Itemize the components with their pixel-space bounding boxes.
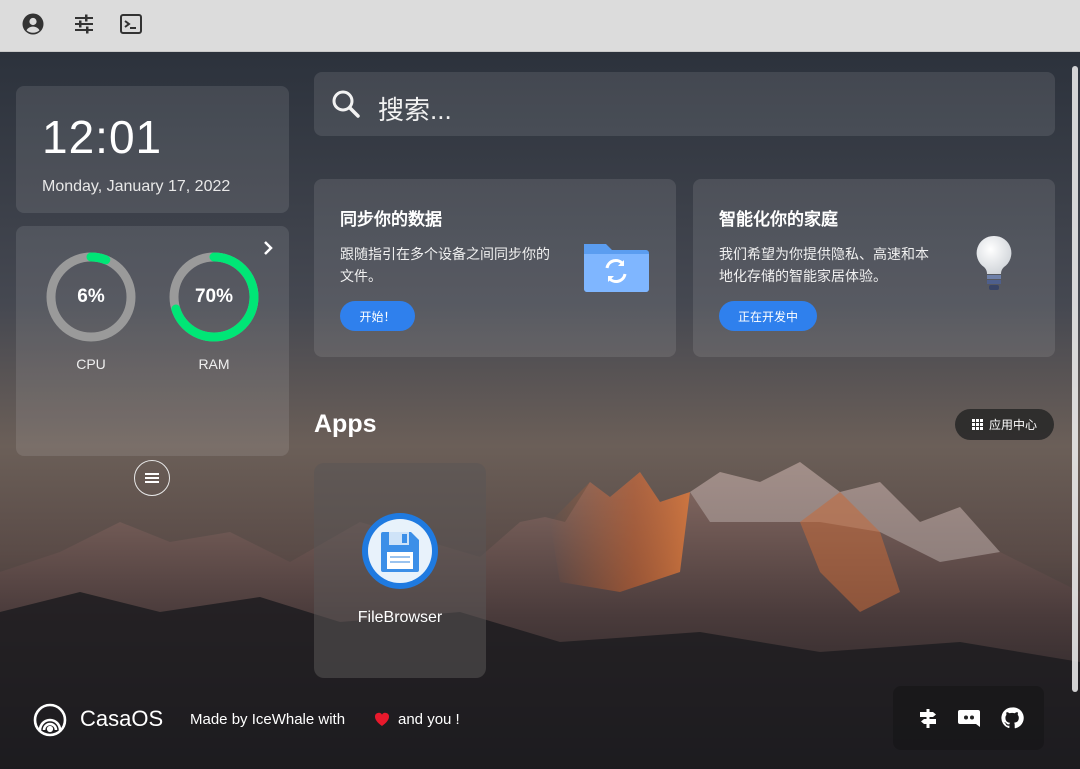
apps-title: Apps (314, 410, 377, 438)
clock-date: Monday, January 17, 2022 (42, 178, 231, 195)
smart-home-desc-line2: 地化存储的智能家居体验。 (719, 268, 887, 284)
cpu-value: 6% (77, 286, 105, 307)
heart-icon (373, 711, 391, 729)
github-icon[interactable] (999, 705, 1025, 731)
sync-card-desc-line1: 跟随指引在多个设备之间同步你的 (340, 246, 550, 262)
menu-icon (145, 473, 159, 483)
grid-icon (971, 419, 983, 430)
app-name: FileBrowser (357, 609, 443, 626)
search-icon (330, 88, 362, 120)
in-development-button[interactable]: 正在开发中 (719, 301, 817, 331)
app-tile-filebrowser[interactable]: FileBrowser (314, 463, 486, 678)
and-you-text: and you ! (398, 711, 460, 728)
smart-home-desc-line1: 我们希望为你提供隐私、高速和本 (719, 246, 929, 262)
menu-button[interactable] (134, 460, 170, 496)
scrollbar[interactable] (1072, 66, 1078, 692)
search-input[interactable]: 搜索... (378, 90, 452, 127)
discord-icon[interactable] (956, 705, 982, 731)
clock-time: 12:01 (42, 111, 163, 163)
sync-start-button[interactable]: 开始！ (340, 301, 415, 331)
ram-value: 70% (194, 286, 234, 307)
sync-card-desc-line2: 文件。 (340, 268, 382, 284)
made-by-text: Made by IceWhale with (190, 711, 346, 728)
smart-home-card-title: 智能化你的家庭 (719, 210, 838, 229)
casaos-logo-icon (33, 703, 67, 737)
signpost-icon[interactable] (915, 705, 941, 731)
sync-folder-icon (580, 236, 652, 296)
floppy-disk-icon (362, 513, 438, 589)
account-icon[interactable] (20, 11, 46, 37)
sync-card-title: 同步你的数据 (340, 210, 442, 229)
brand-name: CasaOS (80, 706, 164, 731)
app-center-button[interactable]: 应用中心 (955, 409, 1054, 440)
top-bar (0, 0, 1080, 52)
ram-label: RAM (198, 356, 230, 372)
chevron-right-icon[interactable] (258, 238, 278, 258)
cpu-label: CPU (76, 356, 106, 372)
terminal-icon[interactable] (118, 11, 144, 37)
light-bulb-icon (972, 234, 1016, 294)
sliders-icon[interactable] (71, 11, 97, 37)
app-center-label: 应用中心 (988, 418, 1037, 432)
